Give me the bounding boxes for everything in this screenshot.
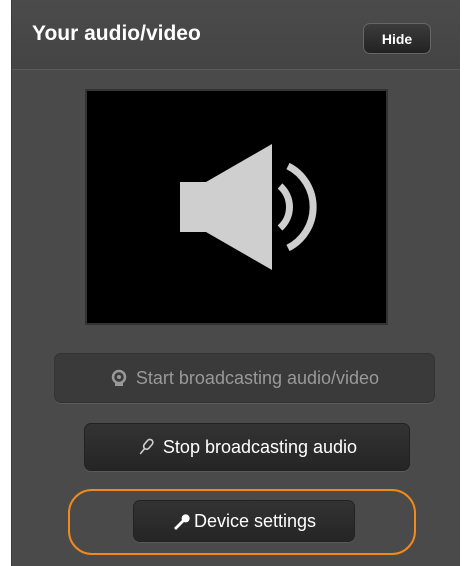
speaker-icon — [180, 144, 317, 270]
video-preview — [85, 89, 388, 325]
audio-video-panel: Your audio/video Hide Start broadcasting… — [11, 0, 460, 566]
panel-title: Your audio/video — [32, 22, 201, 45]
wrench-icon — [172, 512, 190, 530]
stop-broadcasting-button[interactable]: Stop broadcasting audio — [84, 423, 410, 471]
microphone-icon — [137, 437, 155, 457]
start-broadcasting-button[interactable]: Start broadcasting audio/video — [54, 353, 435, 403]
device-settings-label: Device settings — [193, 510, 317, 531]
stop-broadcasting-label: Stop broadcasting audio — [162, 436, 358, 457]
device-settings-button[interactable]: Device settings — [133, 500, 355, 542]
start-broadcasting-label: Start broadcasting audio/video — [135, 367, 380, 388]
panel-header: Your audio/video Hide — [12, 0, 460, 70]
webcam-icon — [110, 369, 128, 387]
hide-button[interactable]: Hide — [363, 23, 431, 54]
